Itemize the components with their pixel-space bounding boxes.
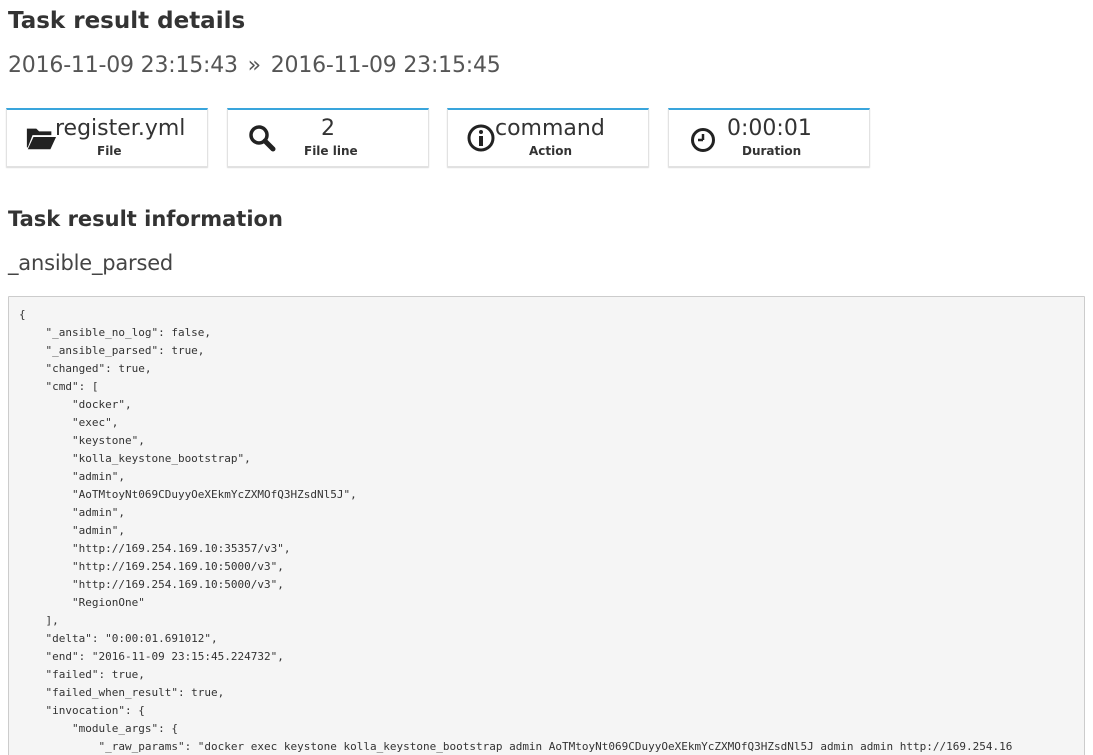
result-json-block: { "_ansible_no_log": false, "_ansible_pa… (8, 296, 1085, 755)
file-line-value: 2 (321, 116, 335, 141)
duration-card[interactable]: 0:00:01 Duration (668, 108, 870, 167)
start-time: 2016-11-09 23:15:43 (8, 53, 238, 78)
page: Task result details 2016-11-09 23:15:43 … (0, 0, 1093, 755)
end-time: 2016-11-09 23:15:45 (270, 53, 501, 78)
clock-icon (687, 126, 719, 154)
date-range: 2016-11-09 23:15:43 » 2016-11-09 23:15:4… (8, 51, 501, 81)
action-card[interactable]: command Action (447, 108, 649, 167)
action-value: command (495, 116, 605, 141)
file-line-label: File line (304, 144, 358, 158)
result-key-title: _ansible_parsed (8, 251, 174, 275)
page-title: Task result details (8, 8, 246, 34)
search-icon (246, 124, 278, 152)
action-label: Action (529, 144, 573, 158)
info-circle-icon (465, 124, 497, 152)
duration-value: 0:00:01 (727, 116, 812, 141)
file-label: File (97, 144, 122, 158)
file-card[interactable]: register.yml File (6, 108, 208, 167)
file-value: register.yml (55, 116, 186, 141)
duration-label: Duration (742, 144, 802, 158)
folder-open-icon (25, 124, 57, 152)
summary-cards: register.yml File 2 File line command Ac… (6, 108, 876, 168)
file-line-card[interactable]: 2 File line (227, 108, 429, 167)
range-separator: » (247, 53, 261, 78)
section-title: Task result information (8, 207, 283, 231)
